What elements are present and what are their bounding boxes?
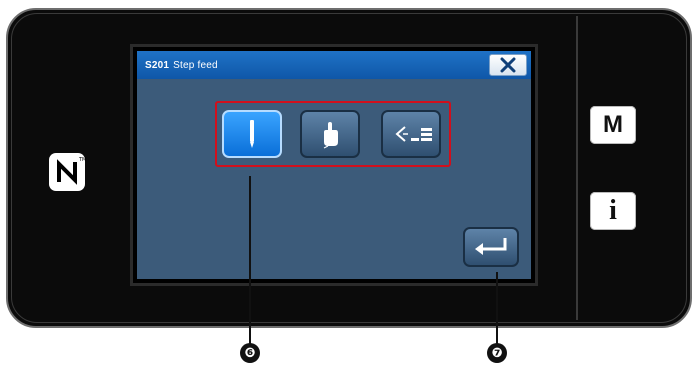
dialog-code: S201	[145, 59, 170, 71]
presser-foot-icon	[395, 126, 432, 142]
nfc-icon: TM	[49, 153, 86, 191]
dialog-title: S201 Step feed	[145, 60, 218, 71]
callout-number-7: ❼	[487, 343, 507, 363]
menu-button[interactable]: M	[590, 106, 636, 144]
hand-mode-button[interactable]	[300, 110, 360, 158]
dialog-titlebar: S201 Step feed	[137, 51, 531, 79]
callout-number-6: ❻	[240, 343, 260, 363]
callout-line-7	[496, 272, 498, 344]
step-feed-dialog: S201 Step feed	[137, 51, 531, 279]
callout-line-6	[249, 176, 251, 344]
needle-mode-button[interactable]	[222, 110, 282, 158]
dialog-title-text: Step feed	[173, 59, 218, 71]
info-button[interactable]: i	[590, 192, 636, 230]
dialog-body	[137, 79, 531, 279]
mode-buttons-highlight	[215, 101, 451, 167]
lcd-screen: S201 Step feed	[130, 44, 538, 286]
enter-button[interactable]	[463, 227, 519, 267]
needle-icon	[250, 120, 254, 148]
enter-return-icon	[475, 238, 507, 255]
close-x-icon	[500, 57, 516, 73]
close-button[interactable]	[489, 54, 527, 76]
pointing-hand-icon	[323, 122, 338, 149]
presser-mode-button[interactable]	[381, 110, 441, 158]
svg-text:TM: TM	[78, 157, 86, 163]
right-button-panel	[576, 16, 686, 320]
